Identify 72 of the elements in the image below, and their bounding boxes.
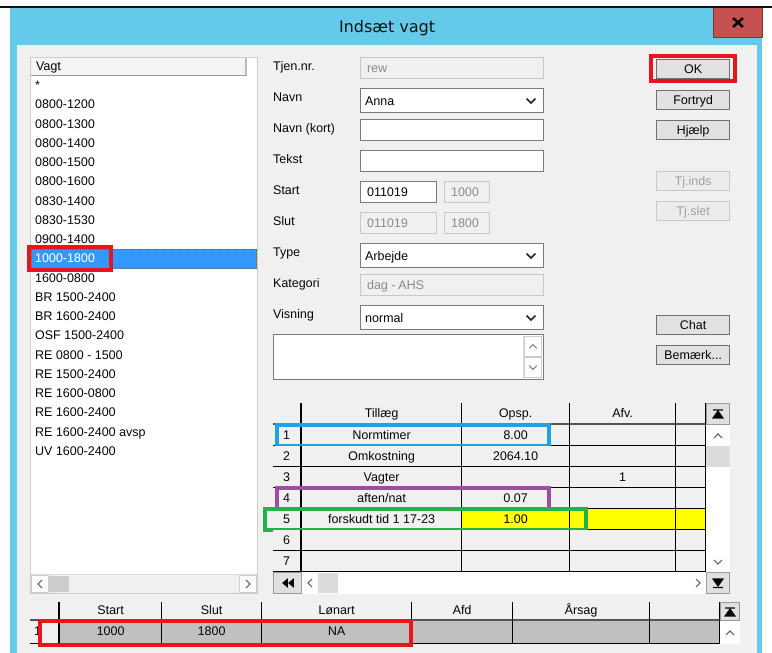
dropdown-field[interactable]: normal — [360, 305, 544, 330]
shift-list-item[interactable]: RE 1600-2400 avsp — [31, 422, 257, 442]
row-number: 3 — [273, 467, 302, 488]
text-field[interactable] — [360, 119, 544, 141]
shift-list-item[interactable]: 0900-1400 — [31, 230, 257, 250]
vertical-scrollbar[interactable] — [720, 602, 740, 644]
shift-list-item[interactable]: BR 1600-2400 — [31, 307, 257, 326]
horizontal-scrollbar[interactable] — [302, 572, 706, 594]
shift-list-item[interactable]: BR 1500-2400 — [31, 288, 257, 307]
shift-list-item[interactable]: RE 1500-2400 — [31, 364, 257, 384]
shift-list-item[interactable]: 1600-0800 — [31, 268, 257, 288]
date-field[interactable]: 011019 — [360, 181, 437, 203]
field-label: Type — [273, 244, 302, 259]
table-cell: 2064.10 — [462, 446, 570, 467]
close-icon — [732, 16, 744, 28]
notes-field[interactable] — [273, 334, 544, 380]
column-header[interactable]: Afd — [412, 602, 513, 621]
dialog-button[interactable]: Chat — [656, 314, 730, 334]
column-header[interactable]: Afv. — [570, 403, 676, 425]
dropdown-field[interactable]: Anna — [360, 88, 544, 113]
chevron-down-icon — [525, 314, 537, 322]
row-number: 2 — [273, 446, 302, 467]
dropdown-field[interactable]: Arbejde — [360, 243, 544, 268]
field-label: Tekst — [273, 151, 304, 166]
shift-list-item[interactable]: * — [31, 76, 257, 96]
table-cell: 1 — [570, 467, 676, 488]
scroll-to-top-icon[interactable] — [724, 606, 736, 618]
field-label: Navn — [273, 89, 304, 104]
shift-list-item[interactable]: 0800-1600 — [31, 172, 257, 192]
column-header[interactable]: Årsag — [513, 602, 650, 621]
field-label: Kategori — [273, 275, 321, 290]
close-button[interactable] — [713, 8, 763, 38]
window-title: Indsæt vagt — [338, 17, 436, 36]
shift-list-item[interactable]: 0830-1400 — [31, 192, 257, 211]
field-label: Visning — [273, 306, 315, 321]
shift-list-item[interactable]: OSF 1500-2400 — [31, 326, 257, 346]
table-cell: Omkostning — [302, 446, 462, 467]
scroll-down-icon[interactable] — [524, 357, 542, 378]
shift-list-item[interactable]: RE 0800 - 1500 — [31, 346, 257, 365]
column-header[interactable]: Vagt — [31, 58, 247, 76]
scrollbar-thumb[interactable] — [706, 446, 730, 467]
dialog-button[interactable]: OK — [656, 59, 730, 79]
chevron-down-icon — [525, 252, 537, 260]
shift-list-item[interactable]: UV 1600-2400 — [31, 442, 257, 461]
shift-list-item[interactable]: 0800-1200 — [31, 95, 257, 114]
scrollbar-thumb[interactable] — [49, 576, 69, 592]
dialog-button[interactable]: Hjælp — [656, 120, 730, 140]
shift-list-item[interactable]: 0800-1300 — [31, 114, 257, 134]
scrollbar-thumb[interactable] — [318, 573, 338, 593]
column-header[interactable] — [676, 403, 706, 425]
scroll-to-top-icon[interactable] — [712, 408, 724, 420]
scroll-to-start-icon[interactable] — [280, 578, 294, 588]
chevron-down-icon — [525, 96, 537, 104]
dialog-button[interactable]: Fortryd — [656, 90, 730, 110]
row-number: 7 — [273, 551, 302, 572]
column-header[interactable] — [650, 602, 720, 621]
shift-list-item[interactable]: 0800-1500 — [31, 153, 257, 172]
scroll-up-icon[interactable] — [524, 336, 542, 357]
vertical-scrollbar[interactable] — [706, 403, 730, 572]
shift-list-item[interactable]: RE 1600-2400 — [31, 403, 257, 422]
field-label: Tjen.nr. — [273, 58, 316, 73]
dialog-button[interactable]: Bemærk... — [656, 345, 730, 365]
scroll-to-bottom-icon[interactable] — [712, 577, 724, 589]
text-field[interactable] — [360, 150, 544, 172]
field-label: Start — [273, 182, 300, 197]
field-label: Navn (kort) — [273, 120, 336, 135]
shift-list-item[interactable]: 0800-1400 — [31, 134, 257, 153]
row-number: 6 — [273, 530, 302, 551]
field-label: Slut — [273, 213, 296, 228]
shift-list-item[interactable]: RE 1600-0800 — [31, 384, 257, 404]
horizontal-scrollbar[interactable] — [31, 574, 257, 593]
shift-list-item[interactable]: 0830-1530 — [31, 210, 257, 230]
